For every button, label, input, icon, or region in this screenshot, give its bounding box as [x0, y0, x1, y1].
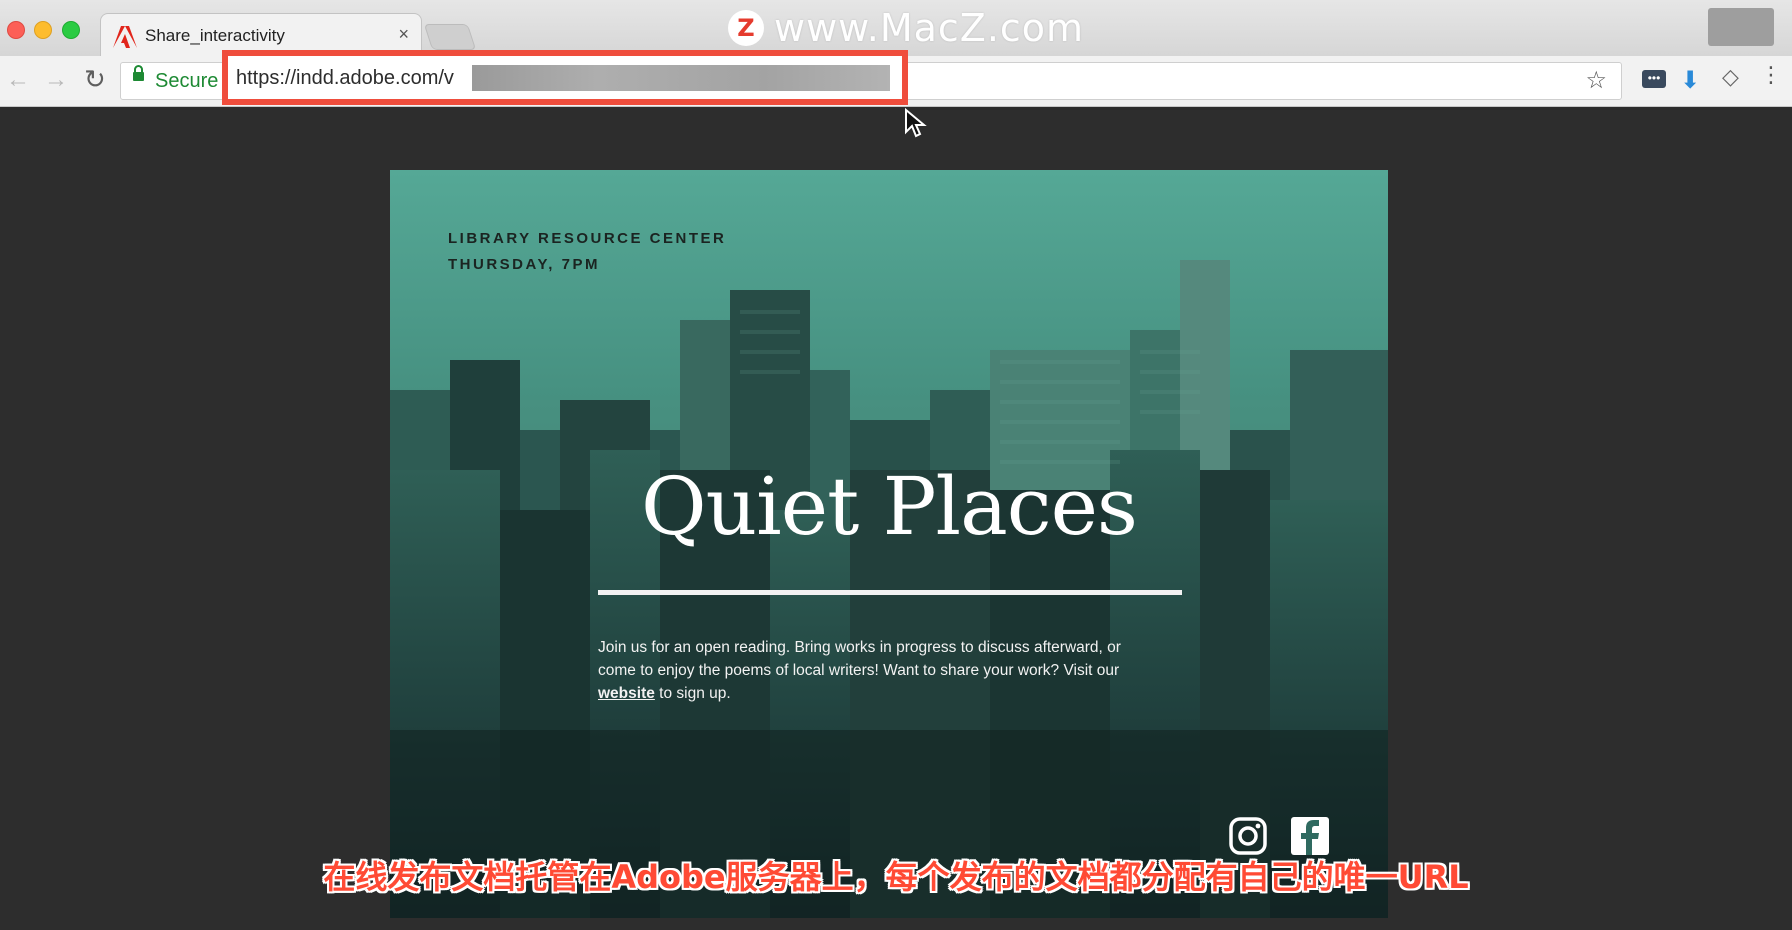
tab-close-icon[interactable]: × [398, 24, 409, 45]
back-arrow-icon[interactable]: ← [6, 66, 30, 94]
tab-title: Share_interactivity [145, 26, 285, 45]
poster-headline: Quiet Places [641, 460, 1138, 553]
event-header: LIBRARY RESOURCE CENTER THURSDAY, 7PM [448, 226, 726, 278]
adobe-logo-icon [113, 26, 137, 48]
event-time: THURSDAY, 7PM [448, 256, 600, 273]
reload-icon[interactable]: ↻ [84, 64, 106, 95]
facebook-icon[interactable] [1290, 816, 1330, 856]
screen: Share_interactivity × Z www.MacZ.com ← →… [0, 0, 1792, 930]
mouse-cursor-icon [905, 108, 927, 138]
url-highlight-box[interactable]: https://indd.adobe.com/v [222, 50, 908, 105]
poster-body: Join us for an open reading. Bring works… [598, 636, 1158, 705]
profile-button[interactable] [1708, 8, 1774, 46]
diamond-icon[interactable]: ◇ [1722, 64, 1739, 90]
published-document: LIBRARY RESOURCE CENTER THURSDAY, 7PM Qu… [390, 170, 1388, 918]
body-text-part1: Join us for an open reading. Bring works… [598, 639, 1121, 679]
zoom-window-button[interactable] [62, 21, 80, 39]
video-caption: 在线发布文档托管在Adobe服务器上，每个发布的文档都分配有自己的唯一URL [323, 858, 1469, 896]
close-window-button[interactable] [7, 21, 25, 39]
watermark: Z www.MacZ.com [728, 6, 1085, 50]
lock-icon [133, 65, 144, 81]
url-redacted-area [472, 65, 890, 91]
event-venue: LIBRARY RESOURCE CENTER [448, 230, 727, 247]
body-text-part2: to sign up. [654, 685, 731, 702]
headline-divider [598, 590, 1182, 595]
forward-arrow-icon[interactable]: → [44, 66, 68, 94]
minimize-window-button[interactable] [34, 21, 52, 39]
new-tab-button[interactable] [423, 24, 477, 50]
browser-tab-strip: Share_interactivity × Z www.MacZ.com [0, 0, 1792, 57]
url-text: https://indd.adobe.com/v [236, 67, 454, 89]
extension-icon[interactable]: ••• [1642, 70, 1666, 88]
watermark-logo-icon: Z [728, 10, 764, 46]
secure-label: Secure [155, 70, 219, 92]
watermark-text: www.MacZ.com [774, 6, 1085, 50]
star-icon[interactable]: ☆ [1585, 66, 1607, 95]
instagram-icon[interactable] [1228, 816, 1268, 856]
menu-dots-icon[interactable]: ⋮ [1760, 62, 1782, 88]
website-link[interactable]: website [598, 685, 655, 702]
download-icon[interactable]: ⬇ [1680, 66, 1704, 94]
